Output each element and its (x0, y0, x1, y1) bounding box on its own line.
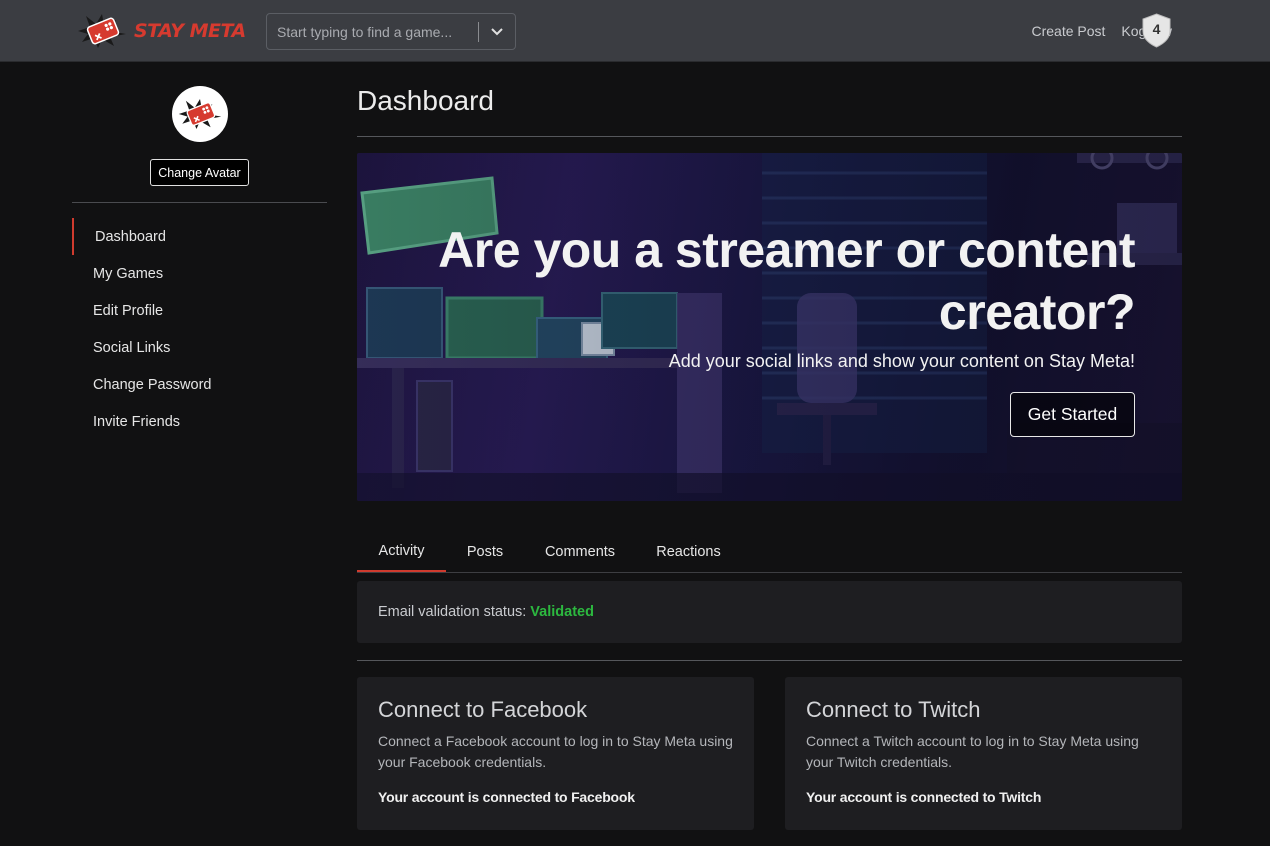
page-title: Dashboard (357, 85, 494, 116)
facebook-connect-title: Connect to Facebook (378, 697, 588, 722)
twitch-connect-status: Your account is connected to Twitch (806, 789, 1042, 805)
section-divider (357, 660, 1182, 661)
sidebar-item-social-links[interactable]: Social Links (72, 329, 327, 366)
title-divider (357, 136, 1182, 137)
get-started-button[interactable]: Get Started (1010, 392, 1135, 437)
create-post-link[interactable]: Create Post (1031, 23, 1105, 39)
banner-heading: Are you a streamer or content creator? (438, 222, 1135, 340)
facebook-connect-description: Connect a Facebook account to log in to … (378, 733, 733, 770)
sidebar-item-invite-friends[interactable]: Invite Friends (72, 403, 327, 440)
email-status-label: Email validation status: (378, 604, 527, 620)
facebook-connect-status: Your account is connected to Facebook (378, 789, 635, 805)
user-level-badge[interactable]: 4 (1141, 13, 1172, 48)
change-avatar-button[interactable]: Change Avatar (150, 159, 249, 186)
streamer-banner: Are you a streamer or content creator? A… (357, 153, 1182, 501)
tab-reactions[interactable]: Reactions (636, 531, 741, 572)
brand-logo[interactable]: STAY META (76, 12, 246, 50)
sidebar-nav: Dashboard My Games Edit Profile Social L… (72, 218, 327, 440)
gamepad-logo-icon (78, 14, 126, 48)
avatar (172, 86, 228, 142)
game-search (266, 13, 516, 50)
sidebar-item-edit-profile[interactable]: Edit Profile (72, 292, 327, 329)
search-input[interactable] (267, 14, 478, 49)
gamepad-logo-icon (178, 98, 222, 130)
facebook-connect-card: Connect to Facebook Connect a Facebook a… (357, 677, 754, 830)
sidebar-item-my-games[interactable]: My Games (72, 255, 327, 292)
twitch-connect-description: Connect a Twitch account to log in to St… (806, 733, 1139, 770)
search-dropdown-button[interactable] (479, 14, 515, 49)
twitch-connect-title: Connect to Twitch (806, 697, 981, 722)
activity-tabs: Activity Posts Comments Reactions (357, 531, 1182, 573)
sidebar-item-dashboard[interactable]: Dashboard (72, 218, 327, 255)
twitch-connect-card: Connect to Twitch Connect a Twitch accou… (785, 677, 1182, 830)
chevron-down-icon (491, 27, 503, 35)
brand-name: STAY META (134, 20, 246, 42)
sidebar-divider (72, 202, 327, 203)
tab-activity[interactable]: Activity (357, 531, 446, 572)
level-number: 4 (1152, 21, 1161, 37)
top-navbar: STAY META Create Post Kogpaw 4 (0, 0, 1270, 62)
tab-posts[interactable]: Posts (446, 531, 524, 572)
banner-subtitle: Add your social links and show your cont… (668, 351, 1135, 371)
email-status-card: Email validation status: Validated (357, 581, 1182, 643)
email-status-value: Validated (530, 604, 594, 620)
tab-comments[interactable]: Comments (524, 531, 636, 572)
sidebar-item-change-password[interactable]: Change Password (72, 366, 327, 403)
